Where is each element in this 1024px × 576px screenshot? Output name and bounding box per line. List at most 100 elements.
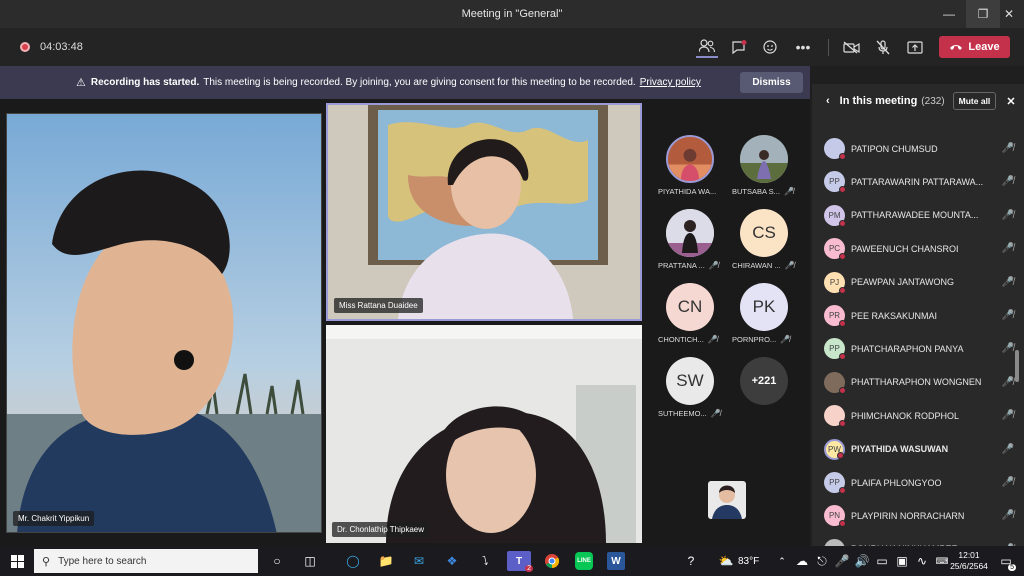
self-preview[interactable]	[650, 453, 806, 541]
wifi-icon: ∿	[916, 554, 928, 568]
avatar-image	[740, 135, 788, 183]
weather-temp: 83°F	[738, 556, 760, 567]
participant-name: PRATTANA ... 🎤̸	[658, 261, 719, 270]
teams-button[interactable]: T 2	[507, 551, 533, 572]
dismiss-button[interactable]: Dismiss	[740, 72, 803, 93]
participant-name-tag: Dr. Chonlathip Thipkaew	[332, 522, 430, 537]
participant-row[interactable]: PR PEE RAKSAKUNMAI 🎤̸	[824, 299, 1014, 332]
privacy-policy-link[interactable]: Privacy policy	[640, 77, 701, 88]
mic-off-icon: 🎤̸	[1001, 276, 1014, 288]
dropbox-button[interactable]: ❖	[442, 551, 462, 571]
participant-name-tag: Miss Rattana Duaidee	[334, 298, 423, 313]
avatar: PR	[824, 305, 846, 327]
avatar-image	[668, 137, 712, 181]
lightning-icon: ⭝	[481, 554, 489, 568]
chevron-up-icon: ⌃	[778, 555, 786, 566]
line-button[interactable]: LINE	[575, 552, 593, 570]
back-icon[interactable]: ‹	[826, 95, 830, 107]
clock[interactable]: 12:01 25/6/2564	[950, 550, 988, 572]
help-button[interactable]: ?	[681, 551, 701, 571]
camera-toggle[interactable]	[840, 36, 862, 58]
close-window-button[interactable]: ✕	[992, 0, 1024, 28]
mic-off-icon: 🎤̸	[1001, 310, 1014, 321]
avatar: PC	[824, 238, 846, 261]
tray-keyboard-button[interactable]: ⌨	[932, 551, 952, 571]
clock-date: 25/6/2564	[950, 561, 988, 571]
tray-mic-button[interactable]: 🎤	[832, 551, 852, 571]
more-actions-button[interactable]: •••	[792, 36, 814, 58]
tray-network-button[interactable]: ⎋	[812, 551, 832, 571]
tray-battery-button[interactable]: ▭	[872, 551, 892, 571]
participant-name: PATTARAWARIN PATTARAWA...	[851, 176, 984, 187]
reactions-button[interactable]	[760, 36, 782, 58]
chrome-button[interactable]	[542, 551, 562, 571]
folder-icon: 📁	[378, 554, 394, 568]
leave-button[interactable]: Leave	[939, 36, 1010, 58]
tray-expand-button[interactable]: ⌃	[772, 551, 792, 571]
share-tray-icon	[907, 40, 923, 54]
close-panel-icon[interactable]: ✕	[1006, 95, 1015, 108]
mic-toggle[interactable]	[872, 36, 894, 58]
app-button[interactable]: ⭝	[475, 551, 495, 571]
mic-off-icon: 🎤̸	[1001, 209, 1014, 221]
mail-button[interactable]: ✉	[409, 551, 429, 571]
tray-camera-button[interactable]: ▣	[892, 551, 912, 571]
status-dot	[837, 451, 844, 459]
start-button[interactable]	[7, 551, 27, 571]
notifications-button[interactable]: ▭ 5	[996, 551, 1016, 571]
participant-row[interactable]: PP PLAIFA PHLONGYOO 🎤̸	[824, 466, 1014, 499]
more-participants-button[interactable]: +221	[740, 357, 788, 405]
panel-scrollbar[interactable]	[1015, 350, 1019, 382]
video-tile[interactable]: Dr. Chonlathip Thipkaew	[326, 325, 642, 543]
participant-name: CHONTICH... 🎤̸	[658, 335, 718, 344]
search-placeholder: Type here to search	[58, 555, 147, 567]
mic-off-icon: 🎤̸	[1001, 176, 1014, 188]
chat-button[interactable]	[728, 36, 750, 58]
taskbar-search[interactable]: ⚲ Type here to search	[34, 549, 258, 573]
avatar	[824, 405, 846, 428]
participant-name: PIYATHIDA WASUWAN	[851, 444, 949, 455]
mic-off-icon: 🎤̸	[1001, 376, 1014, 388]
tray-app-button[interactable]: ☁	[792, 551, 812, 571]
participant-row[interactable]: PM PATTHARAWADEE MOUNTA... 🎤̸	[824, 199, 1014, 232]
minimize-button[interactable]: —	[932, 0, 966, 28]
file-explorer-button[interactable]: 📁	[376, 551, 396, 571]
battery-icon: ▭	[876, 554, 888, 568]
mic-off-icon: 🎤̸	[1001, 343, 1014, 355]
tray-wifi-button[interactable]: ∿	[912, 551, 932, 571]
video-feed	[326, 325, 642, 543]
edge-button[interactable]: ◯	[343, 551, 363, 571]
participant-row[interactable]: PC PAWEENUCH CHANSROI 🎤̸	[824, 232, 1014, 265]
participant-row[interactable]: PP PHATCHARAPHON PANYA 🎤̸	[824, 332, 1014, 365]
taskview-icon-button[interactable]: ◫	[300, 551, 320, 571]
participant-row[interactable]: PJ PEAWPAN JANTAWONG 🎤̸	[824, 266, 1014, 299]
mic-off-icon: 🎤̸	[708, 261, 719, 270]
mute-all-button[interactable]: Mute all	[952, 92, 997, 110]
meeting-toolbar: 04:03:48 ••• Leave	[0, 28, 1024, 66]
avatar	[824, 138, 846, 160]
video-feed	[328, 105, 640, 319]
weather-widget[interactable]: ⛅	[716, 551, 736, 571]
participant-name-tag: Mr. Chakrit Yippikun	[13, 511, 95, 526]
participant-name: PHIMCHANOK RODPHOL	[851, 410, 960, 421]
self-video-feed	[708, 481, 746, 519]
participants-button[interactable]	[696, 36, 718, 58]
participant-row[interactable]: PHIMCHANOK RODPHOL 🎤̸	[824, 399, 1014, 432]
participant-row[interactable]: PP PATTARAWARIN PATTARAWA... 🎤̸	[824, 165, 1014, 198]
word-button[interactable]: W	[607, 552, 625, 570]
participant-row[interactable]: PATIPON CHUMSUD 🎤̸	[824, 132, 1014, 165]
participant-initials: CN	[666, 283, 714, 331]
participant-row[interactable]: PHATTHARAPHON WONGNEN 🎤̸	[824, 366, 1014, 399]
video-tile[interactable]: Mr. Chakrit Yippikun	[6, 113, 322, 533]
teams-icon: T	[515, 555, 523, 567]
toolbar-divider	[828, 39, 829, 56]
participant-row[interactable]: PN PLAYPIRIN NORRACHARN 🎤̸	[824, 499, 1014, 532]
video-tile[interactable]: Miss Rattana Duaidee	[326, 103, 642, 321]
participant-row[interactable]: PW PIYATHIDA WASUWAN 🎤	[824, 433, 1014, 466]
share-button[interactable]	[904, 36, 926, 58]
task-view-button[interactable]: ○	[267, 551, 287, 571]
mic-off-icon: 🎤̸	[1001, 410, 1014, 422]
tray-volume-button[interactable]: 🔊	[852, 551, 872, 571]
status-dot	[839, 353, 846, 361]
participant-name: CHIRAWAN ... 🎤̸	[732, 261, 795, 270]
